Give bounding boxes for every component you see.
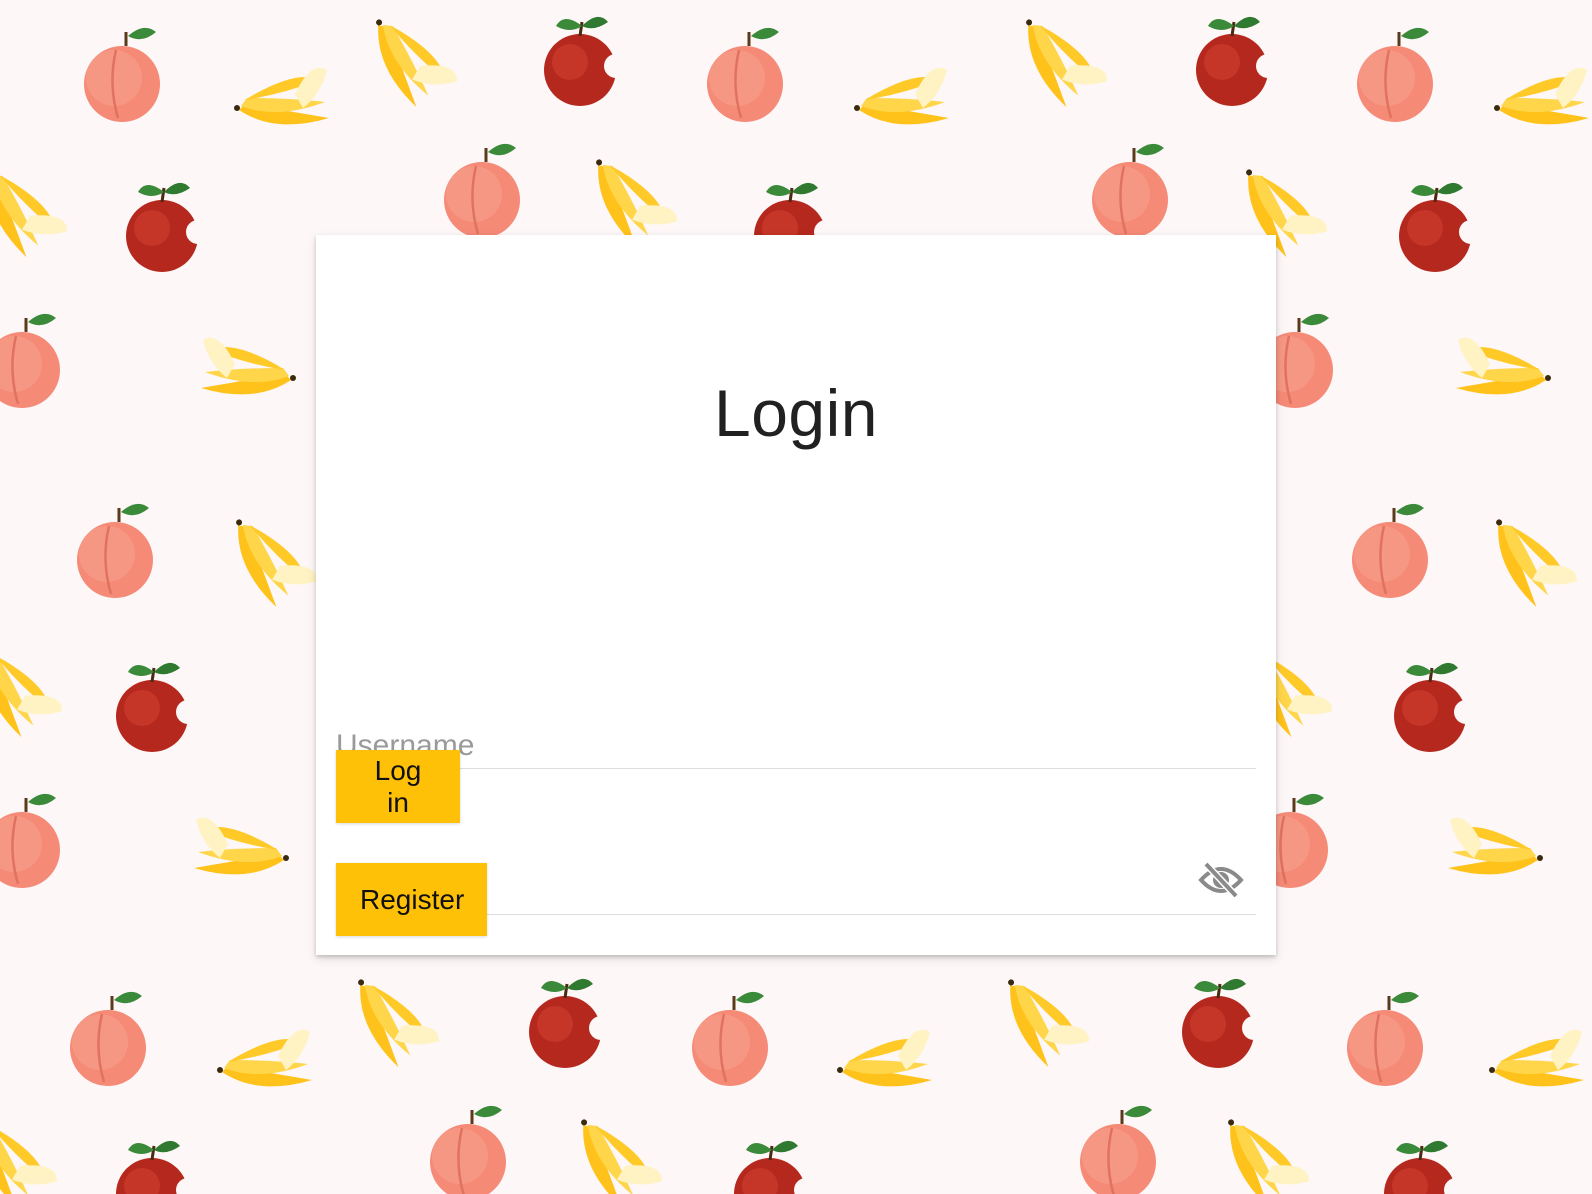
page-title: Login bbox=[714, 376, 878, 450]
username-input[interactable] bbox=[336, 726, 1196, 768]
eye-off-icon[interactable] bbox=[1198, 860, 1244, 900]
username-field[interactable] bbox=[336, 708, 1256, 769]
login-button[interactable]: Log in bbox=[336, 750, 460, 823]
register-button[interactable]: Register bbox=[336, 863, 487, 936]
login-card: Login Log in Register bbox=[316, 235, 1276, 955]
